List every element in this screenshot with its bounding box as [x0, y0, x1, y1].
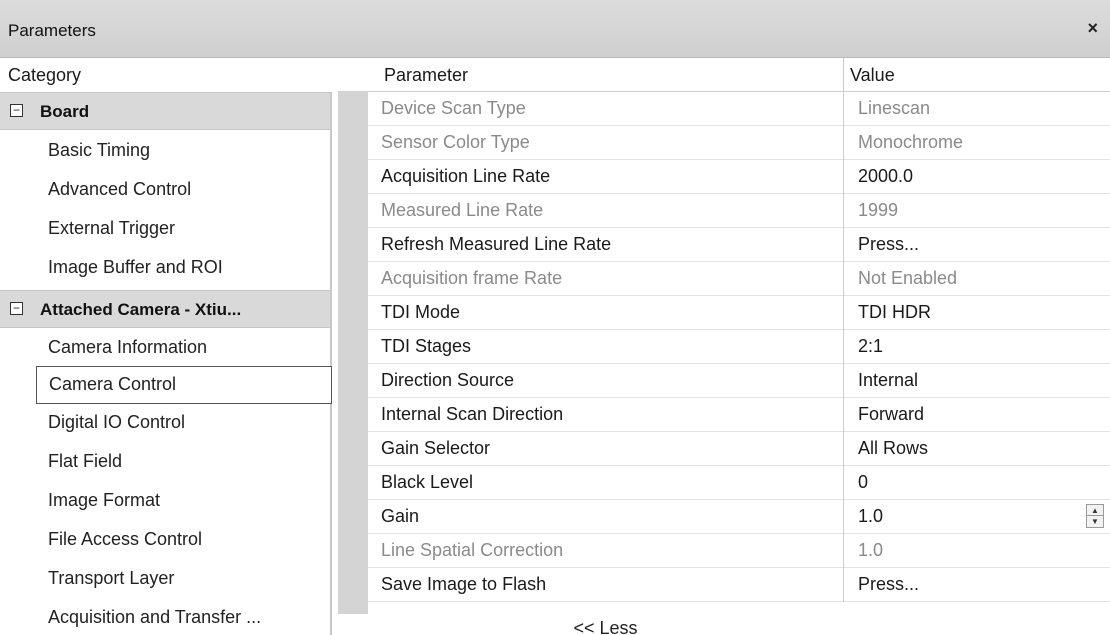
- category-group-board[interactable]: − Board: [0, 92, 330, 130]
- parameter-value: Not Enabled: [843, 262, 1110, 296]
- parameter-value[interactable]: 1.0 ▲ ▼: [843, 500, 1110, 534]
- parameter-row[interactable]: Direction Source Internal: [368, 364, 1110, 398]
- parameter-name: Direction Source: [381, 370, 515, 390]
- spinner-down-icon[interactable]: ▼: [1087, 516, 1103, 527]
- parameter-value: 1.0: [843, 534, 1110, 568]
- category-item-flat-field[interactable]: Flat Field: [48, 451, 122, 472]
- column-header-value[interactable]: Value: [843, 58, 1110, 92]
- parameter-value: Monochrome: [843, 126, 1110, 160]
- parameter-name: Internal Scan Direction: [381, 404, 564, 424]
- category-tree: − Board Basic Timing Advanced Control Ex…: [0, 92, 332, 635]
- parameter-name: TDI Stages: [381, 336, 472, 356]
- press-button[interactable]: Press...: [843, 228, 1110, 262]
- parameter-name: Save Image to Flash: [381, 574, 547, 594]
- collapse-icon[interactable]: −: [10, 104, 23, 117]
- parameter-row[interactable]: TDI Stages 2:1: [368, 330, 1110, 364]
- collapse-icon[interactable]: −: [10, 302, 23, 315]
- parameter-row[interactable]: Device Scan Type Linescan: [368, 92, 1110, 126]
- press-button[interactable]: Press...: [843, 568, 1110, 602]
- category-group-attached-camera[interactable]: − Attached Camera - Xtiu...: [0, 290, 330, 328]
- less-button[interactable]: << Less: [368, 618, 843, 635]
- gain-value[interactable]: 1.0: [858, 506, 883, 526]
- category-item-basic-timing[interactable]: Basic Timing: [48, 140, 150, 161]
- category-group-label: Board: [40, 102, 90, 121]
- parameter-row[interactable]: Gain 1.0 ▲ ▼: [368, 500, 1110, 534]
- parameter-row[interactable]: Acquisition Line Rate 2000.0: [368, 160, 1110, 194]
- window-title: Parameters: [8, 21, 96, 40]
- parameter-name: Sensor Color Type: [381, 132, 530, 152]
- column-header-parameter[interactable]: Parameter: [338, 58, 843, 92]
- category-item-camera-control[interactable]: Camera Control: [36, 366, 332, 404]
- parameter-name: TDI Mode: [381, 302, 461, 322]
- parameter-value[interactable]: TDI HDR: [843, 296, 1110, 330]
- parameter-value[interactable]: Internal: [843, 364, 1110, 398]
- parameter-row[interactable]: Gain Selector All Rows: [368, 432, 1110, 466]
- category-group-label: Attached Camera - Xtiu...: [40, 300, 242, 319]
- category-item-camera-information[interactable]: Camera Information: [48, 337, 207, 358]
- spinner-up-icon[interactable]: ▲: [1087, 505, 1103, 516]
- parameter-name: Gain Selector: [381, 438, 491, 458]
- parameter-row[interactable]: Refresh Measured Line Rate Press...: [368, 228, 1110, 262]
- category-item-image-buffer-and-roi[interactable]: Image Buffer and ROI: [48, 257, 223, 278]
- parameter-row[interactable]: Save Image to Flash Press...: [368, 568, 1110, 602]
- parameter-name: Black Level: [381, 472, 474, 492]
- row-header-strip: [338, 92, 368, 614]
- parameter-name: Acquisition Line Rate: [381, 166, 551, 186]
- parameter-name: Refresh Measured Line Rate: [381, 234, 612, 254]
- parameter-name: Device Scan Type: [381, 98, 526, 118]
- parameter-row[interactable]: Sensor Color Type Monochrome: [368, 126, 1110, 160]
- category-item-transport-layer[interactable]: Transport Layer: [48, 568, 174, 589]
- category-item-digital-io-control[interactable]: Digital IO Control: [48, 412, 185, 433]
- category-item-external-trigger[interactable]: External Trigger: [48, 218, 175, 239]
- category-item-image-format[interactable]: Image Format: [48, 490, 160, 511]
- parameter-value: 1999: [843, 194, 1110, 228]
- category-item-acquisition-and-transfer[interactable]: Acquisition and Transfer ...: [48, 607, 261, 628]
- category-item-file-access-control[interactable]: File Access Control: [48, 529, 202, 550]
- close-icon[interactable]: ×: [1087, 18, 1098, 39]
- parameter-row[interactable]: Black Level 0: [368, 466, 1110, 500]
- gain-spinner[interactable]: ▲ ▼: [1086, 504, 1104, 528]
- parameter-row[interactable]: Measured Line Rate 1999: [368, 194, 1110, 228]
- parameter-name: Measured Line Rate: [381, 200, 544, 220]
- parameter-name: Gain: [381, 506, 420, 526]
- parameter-value[interactable]: 2000.0: [843, 160, 1110, 194]
- parameter-name: Acquisition frame Rate: [381, 268, 563, 288]
- column-header-category: Category: [0, 58, 338, 92]
- parameter-row[interactable]: Internal Scan Direction Forward: [368, 398, 1110, 432]
- parameter-value[interactable]: Forward: [843, 398, 1110, 432]
- title-bar: Parameters ×: [0, 0, 1110, 58]
- parameter-row[interactable]: TDI Mode TDI HDR: [368, 296, 1110, 330]
- parameter-row[interactable]: Line Spatial Correction 1.0: [368, 534, 1110, 568]
- parameter-name: Line Spatial Correction: [381, 540, 564, 560]
- parameter-value: Linescan: [843, 92, 1110, 126]
- parameter-value[interactable]: All Rows: [843, 432, 1110, 466]
- parameter-value[interactable]: 2:1: [843, 330, 1110, 364]
- parameter-value[interactable]: 0: [843, 466, 1110, 500]
- parameter-row[interactable]: Acquisition frame Rate Not Enabled: [368, 262, 1110, 296]
- category-item-advanced-control[interactable]: Advanced Control: [48, 179, 191, 200]
